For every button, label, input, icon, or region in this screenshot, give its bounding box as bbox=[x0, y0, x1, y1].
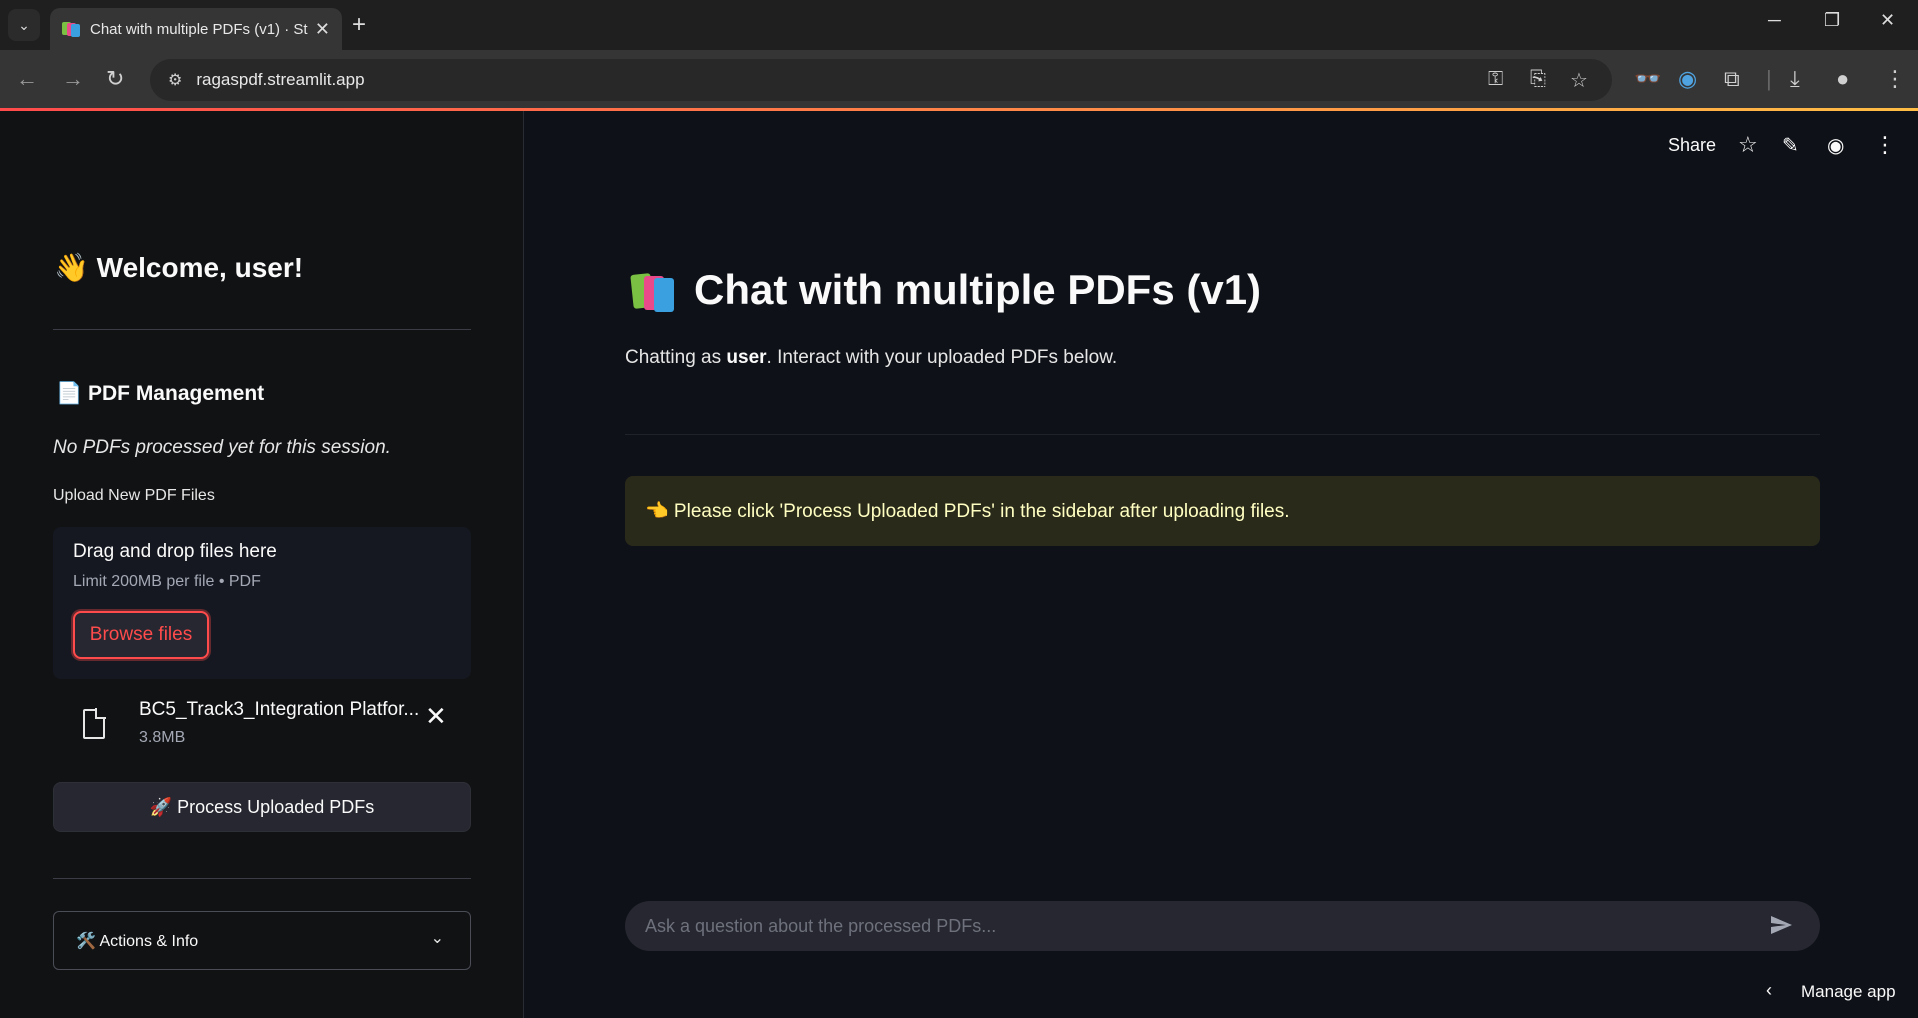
file-name: BC5_Track3_Integration Platfor... bbox=[139, 699, 420, 720]
dropzone-limit: Limit 200MB per file • PDF bbox=[73, 573, 261, 590]
books-icon bbox=[630, 268, 678, 312]
sidebar-divider bbox=[53, 329, 471, 330]
dropzone-title: Drag and drop files here bbox=[73, 541, 277, 562]
extensions-puzzle-icon[interactable]: ⧉ bbox=[1724, 66, 1740, 92]
extension-bot-icon[interactable]: ◉ bbox=[1678, 66, 1697, 92]
tab-search-chevron-icon[interactable]: ⌄ bbox=[8, 9, 40, 41]
url-text: ragaspdf.streamlit.app bbox=[196, 70, 365, 89]
password-key-icon[interactable]: ⚿ bbox=[1488, 68, 1503, 91]
page-title: Chat with multiple PDFs (v1) bbox=[630, 266, 1261, 314]
manage-app-button[interactable]: Manage app bbox=[1801, 982, 1896, 1002]
restore-icon[interactable]: ❐ bbox=[1824, 10, 1840, 31]
file-icon bbox=[83, 708, 106, 739]
file-dropzone[interactable]: Drag and drop files here Limit 200MB per… bbox=[53, 527, 471, 679]
extension-glasses-icon[interactable]: 👓 bbox=[1634, 66, 1661, 92]
chevron-down-icon: ⌄ bbox=[430, 930, 444, 947]
star-icon[interactable]: ☆ bbox=[1738, 132, 1758, 158]
browse-files-button[interactable]: Browse files bbox=[73, 611, 209, 659]
site-info-icon[interactable]: ⚙ bbox=[168, 70, 182, 90]
app-menu-icon[interactable]: ⋮ bbox=[1874, 132, 1896, 158]
upload-label: Upload New PDF Files bbox=[53, 487, 215, 504]
browser-tab-bar: ⌄ Chat with multiple PDFs (v1) · St ✕ + … bbox=[0, 0, 1918, 50]
bookmark-star-icon[interactable]: ☆ bbox=[1570, 68, 1588, 93]
tab-title: Chat with multiple PDFs (v1) · St bbox=[90, 20, 308, 38]
chevron-left-icon[interactable]: ‹ bbox=[1766, 980, 1772, 1001]
edit-pencil-icon[interactable]: ✎ bbox=[1782, 133, 1799, 158]
send-icon[interactable] bbox=[1768, 913, 1794, 937]
chat-subtitle: Chatting as user. Interact with your upl… bbox=[625, 347, 1118, 368]
current-user: user bbox=[726, 347, 767, 368]
process-pdfs-button[interactable]: 🚀 Process Uploaded PDFs bbox=[53, 782, 471, 832]
tab-close-icon[interactable]: ✕ bbox=[315, 19, 330, 40]
chat-input[interactable]: Ask a question about the processed PDFs.… bbox=[625, 901, 1820, 951]
info-alert: 👈 Please click 'Process Uploaded PDFs' i… bbox=[625, 476, 1820, 546]
new-tab-icon[interactable]: + bbox=[352, 12, 366, 38]
browser-toolbar: ← → ↻ ⚙ ragaspdf.streamlit.app ⚿ ⎘ ☆ 👓 ◉… bbox=[0, 50, 1918, 110]
address-bar[interactable]: ⚙ ragaspdf.streamlit.app ⚿ ⎘ ☆ bbox=[150, 59, 1612, 101]
expander-label: 🛠️ Actions & Info bbox=[76, 932, 199, 950]
welcome-heading: 👋 Welcome, user! bbox=[54, 252, 304, 283]
back-icon[interactable]: ← bbox=[16, 66, 38, 92]
github-icon[interactable]: ◉ bbox=[1827, 133, 1844, 158]
file-size: 3.8MB bbox=[139, 729, 186, 746]
minimize-icon[interactable]: ─ bbox=[1768, 10, 1781, 31]
reload-icon[interactable]: ↻ bbox=[106, 66, 124, 92]
browser-menu-icon[interactable]: ⋮ bbox=[1884, 66, 1906, 92]
main-divider bbox=[625, 434, 1820, 435]
remove-file-icon[interactable]: ✕ bbox=[425, 701, 447, 732]
toolbar-separator: | bbox=[1766, 66, 1772, 91]
install-app-icon[interactable]: ⎘ bbox=[1530, 68, 1546, 91]
sidebar: 👋 Welcome, user! 📄 PDF Management No PDF… bbox=[0, 111, 524, 1018]
actions-info-expander[interactable]: 🛠️ Actions & Info ⌄ bbox=[53, 911, 471, 970]
no-pdfs-text: No PDFs processed yet for this session. bbox=[53, 437, 391, 458]
page-title-text: Chat with multiple PDFs (v1) bbox=[694, 266, 1262, 313]
forward-icon[interactable]: → bbox=[62, 66, 84, 92]
share-button[interactable]: Share bbox=[1668, 135, 1716, 156]
browser-tab[interactable]: Chat with multiple PDFs (v1) · St ✕ bbox=[50, 8, 342, 50]
profile-avatar-icon[interactable]: ● bbox=[1836, 66, 1849, 92]
books-favicon-icon bbox=[62, 20, 80, 38]
chat-placeholder: Ask a question about the processed PDFs.… bbox=[645, 915, 997, 936]
sidebar-divider bbox=[53, 878, 471, 879]
pdf-management-heading: 📄 PDF Management bbox=[56, 382, 265, 405]
downloads-icon[interactable]: ⤓ bbox=[1790, 66, 1800, 92]
close-window-icon[interactable]: ✕ bbox=[1880, 10, 1895, 31]
uploaded-file-item: BC5_Track3_Integration Platfor... 3.8MB … bbox=[53, 699, 471, 763]
